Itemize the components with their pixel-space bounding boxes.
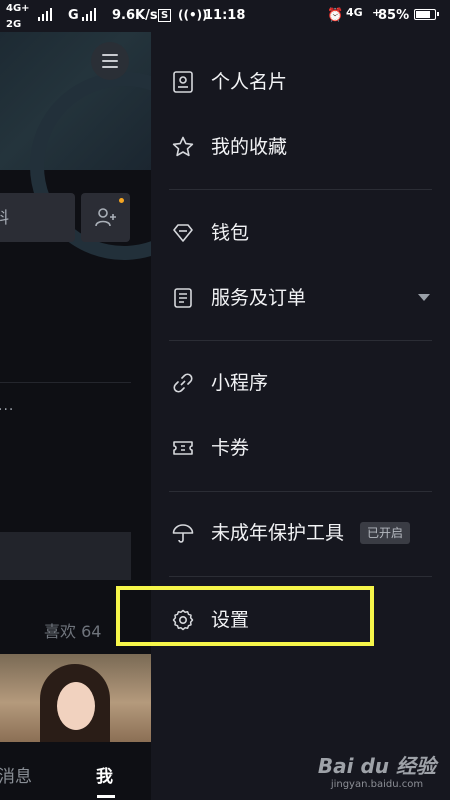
drawer-item-label: 个人名片 [211, 71, 288, 93]
watermark-title: Bai du 经验 [317, 754, 436, 778]
drawer-item-orders[interactable]: 服务及订单 [151, 270, 450, 326]
wallet-diamond-icon [173, 224, 193, 242]
chevron-down-icon[interactable] [418, 294, 430, 301]
id-card-icon [173, 71, 193, 93]
signal-icon-2 [82, 7, 96, 21]
divider [0, 382, 131, 383]
drawer-item-label: 设置 [211, 609, 250, 631]
nav-me[interactable]: 我 [96, 762, 113, 787]
profile-page-background: 料 ... 喜欢 64 消息 我 [0, 0, 151, 800]
coupon-icon [173, 441, 193, 455]
alarm-icon: ⏰ [327, 8, 344, 23]
bio-ellipsis: ... [0, 398, 15, 414]
drawer-divider [169, 189, 432, 190]
umbrella-icon [172, 524, 194, 543]
gear-icon [172, 609, 194, 631]
add-friend-button[interactable] [81, 193, 130, 242]
drawer-item-wallet[interactable]: 钱包 [151, 205, 450, 261]
profile-cover-image [0, 32, 151, 260]
nav-active-indicator [97, 795, 115, 798]
edit-profile-button[interactable]: 料 [0, 193, 75, 242]
bottom-navigation: 消息 我 [0, 742, 151, 800]
drawer-divider [169, 576, 432, 577]
drawer-item-mini-programs[interactable]: 小程序 [151, 355, 450, 411]
add-friend-icon [95, 208, 116, 227]
status-bar: 4G+ 2G G 9.6K/s S ((•)) 11:18 ⏰ 4G + 85% [0, 0, 450, 32]
likes-tab[interactable]: 喜欢 64 [44, 618, 101, 642]
network-speed: 9.6K/s [112, 8, 158, 23]
drawer-item-label: 卡券 [211, 437, 250, 459]
content-block [0, 532, 131, 580]
battery-percent: 85% [378, 8, 410, 23]
video-thumbnail[interactable] [0, 654, 151, 742]
drawer-item-settings[interactable]: 设置 [151, 592, 450, 648]
notification-dot [119, 198, 124, 203]
drawer-divider [169, 491, 432, 492]
hamburger-menu-icon[interactable] [91, 42, 129, 80]
side-drawer: 个人名片 我的收藏 钱包 服务及订单 小程序 卡券 未成年保护工具 已开启 设置 [151, 0, 450, 800]
drawer-item-label: 我的收藏 [211, 136, 288, 158]
network-indicator-left: 4G+ 2G [6, 3, 30, 30]
drawer-item-minor-protection[interactable]: 未成年保护工具 已开启 [151, 505, 450, 561]
baidu-jingyan-watermark: Bai du 经验 jingyan.baidu.com [318, 750, 436, 790]
order-list-icon [174, 288, 192, 308]
clock: 11:18 [204, 8, 246, 23]
nav-messages[interactable]: 消息 [0, 762, 32, 787]
drawer-item-coupons[interactable]: 卡券 [151, 420, 450, 476]
star-icon [172, 136, 194, 157]
link-icon [173, 373, 193, 393]
drawer-divider [169, 340, 432, 341]
status-badge: 已开启 [360, 522, 411, 544]
drawer-item-label: 服务及订单 [211, 287, 307, 309]
battery-icon [414, 9, 439, 20]
drawer-item-favorites[interactable]: 我的收藏 [151, 119, 450, 175]
drawer-item-label: 钱包 [211, 222, 250, 244]
drawer-item-label: 未成年保护工具 [211, 522, 345, 544]
carrier-g-label: G [68, 8, 79, 23]
signal-icon [38, 7, 52, 21]
watermark-url: jingyan.baidu.com [330, 779, 424, 790]
sim-icon: S [158, 9, 172, 22]
drawer-item-business-card[interactable]: 个人名片 [151, 54, 450, 110]
network-indicator-right: 4G [346, 6, 363, 19]
drawer-item-label: 小程序 [211, 372, 269, 394]
